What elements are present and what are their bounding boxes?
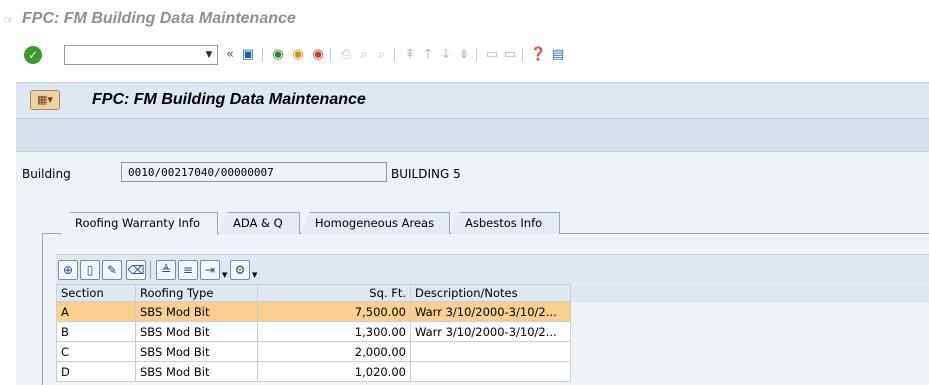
cell-notes[interactable] — [410, 341, 571, 362]
details-icon[interactable]: ⊕ — [58, 260, 78, 280]
back-icon[interactable]: ◉ — [270, 47, 286, 63]
column-header-sq-ft[interactable]: Sq. Ft. — [257, 284, 411, 302]
command-input[interactable] — [65, 46, 199, 64]
cell-section[interactable]: B — [56, 321, 136, 342]
edit-icon[interactable]: ✎ — [102, 260, 122, 280]
toolbar-divider — [522, 48, 523, 62]
table-filler — [570, 361, 929, 382]
page-title: FPC: FM Building Data Maintenance — [92, 91, 366, 108]
exit-icon[interactable]: ◉ — [290, 47, 306, 63]
cell-section[interactable]: A — [56, 301, 136, 322]
tab-label: Roofing Warranty Info — [75, 216, 201, 230]
cancel-icon[interactable]: ◉ — [310, 47, 326, 63]
tab-label: ADA & Q — [233, 216, 283, 230]
cell-sq-ft[interactable]: 1,300.00 — [257, 321, 411, 342]
chevron-down-icon[interactable]: ▼ — [222, 271, 227, 279]
print-icon[interactable]: ⎙ — [338, 47, 354, 63]
cell-notes[interactable] — [410, 361, 571, 382]
table-filler — [570, 341, 929, 362]
cell-sq-ft[interactable]: 7,500.00 — [257, 301, 411, 322]
system-toolbar: ✓ ▼ « ▣ ◉ ◉ ◉ ⎙ ⌕ ⌕ ⇞ ↑ ↓ ⇟ ▭ ▭ ❓ ▤ — [0, 40, 929, 72]
tab-homogeneous-areas[interactable]: Homogeneous Areas — [300, 212, 450, 234]
window-title: FPC: FM Building Data Maintenance — [22, 10, 296, 27]
save-icon[interactable]: ▣ — [240, 47, 256, 63]
toolbar-divider — [262, 48, 263, 62]
column-header-roofing-type[interactable]: Roofing Type — [135, 284, 258, 302]
previous-page-icon[interactable]: ↑ — [420, 47, 436, 63]
delete-icon[interactable]: ⌫ — [126, 260, 146, 280]
cell-roofing-type[interactable]: SBS Mod Bit — [135, 301, 258, 322]
cell-notes[interactable]: Warr 3/10/2000-3/10/2... — [410, 321, 571, 342]
screen-header: ▦▾ FPC: FM Building Data Maintenance — [16, 82, 929, 118]
cell-roofing-type[interactable]: SBS Mod Bit — [135, 361, 258, 382]
command-field[interactable]: ▼ — [64, 45, 218, 65]
tab-ada-q[interactable]: ADA & Q — [218, 212, 300, 234]
tab-asbestos-info[interactable]: Asbestos Info — [450, 212, 560, 234]
grid-toolbar: ⊕ ▯ ✎ ⌫ ≜ ≡ ⇥ ▼ ⚙ ▼ — [56, 254, 929, 284]
find-next-icon[interactable]: ⌕ — [374, 47, 390, 63]
cell-roofing-type[interactable]: SBS Mod Bit — [135, 341, 258, 362]
table-filler — [570, 301, 929, 322]
sort-ascending-icon[interactable]: ≜ — [156, 260, 176, 280]
table-filler — [570, 284, 929, 302]
last-page-icon[interactable]: ⇟ — [456, 47, 472, 63]
chevron-down-icon[interactable]: ▼ — [252, 271, 257, 279]
cell-section[interactable]: C — [56, 341, 136, 362]
cell-section[interactable]: D — [56, 361, 136, 382]
column-header-section[interactable]: Section — [56, 284, 136, 302]
history-back-icon[interactable]: « — [222, 47, 238, 63]
chevron-down-icon[interactable]: ▼ — [203, 48, 215, 62]
layout-icon[interactable]: ⚙ — [230, 260, 250, 280]
table-filler — [570, 321, 929, 342]
export-icon[interactable]: ⇥ — [200, 260, 220, 280]
building-field[interactable] — [121, 162, 387, 182]
new-session-icon[interactable]: ▭ — [484, 47, 500, 63]
toolbar-divider — [150, 261, 151, 279]
building-name: BUILDING 5 — [391, 167, 461, 181]
roofing-table: Section Roofing Type Sq. Ft. Description… — [56, 284, 929, 382]
tab-label: Homogeneous Areas — [315, 216, 435, 230]
new-row-icon[interactable]: ▯ — [80, 260, 100, 280]
tab-roofing-warranty-info[interactable]: Roofing Warranty Info — [60, 212, 218, 235]
title-bar: ☞ FPC: FM Building Data Maintenance — [0, 0, 929, 40]
help-icon[interactable]: ❓ — [530, 47, 546, 63]
shortcut-icon[interactable]: ▭ — [502, 47, 518, 63]
table-header-row: Section Roofing Type Sq. Ft. Description… — [56, 284, 929, 302]
cell-sq-ft[interactable]: 2,000.00 — [257, 341, 411, 362]
cell-roofing-type[interactable]: SBS Mod Bit — [135, 321, 258, 342]
toolbar-divider — [330, 48, 331, 62]
first-page-icon[interactable]: ⇞ — [402, 47, 418, 63]
exit-menu-icon[interactable]: ☞ — [2, 13, 16, 27]
building-label: Building — [22, 167, 71, 181]
menu-icon[interactable]: ▦▾ — [30, 90, 60, 110]
toolbar-divider — [476, 48, 477, 62]
tab-label: Asbestos Info — [465, 216, 543, 230]
enter-check-icon[interactable]: ✓ — [24, 46, 42, 64]
table-row[interactable]: C SBS Mod Bit 2,000.00 — [56, 341, 929, 362]
toolbar-divider — [394, 48, 395, 62]
cell-notes[interactable]: Warr 3/10/2000-3/10/2... — [410, 301, 571, 322]
find-icon[interactable]: ⌕ — [356, 47, 372, 63]
building-input[interactable] — [122, 163, 384, 181]
cell-sq-ft[interactable]: 1,020.00 — [257, 361, 411, 382]
column-header-description[interactable]: Description/Notes — [410, 284, 571, 302]
filter-icon[interactable]: ≡ — [178, 260, 198, 280]
table-row[interactable]: D SBS Mod Bit 1,020.00 — [56, 361, 929, 382]
table-row[interactable]: A SBS Mod Bit 7,500.00 Warr 3/10/2000-3/… — [56, 301, 929, 322]
layout-menu-icon[interactable]: ▤ — [550, 47, 566, 63]
table-row[interactable]: B SBS Mod Bit 1,300.00 Warr 3/10/2000-3/… — [56, 321, 929, 342]
application-toolbar — [16, 118, 929, 152]
tab-strip: Roofing Warranty Info ADA & Q Homogeneou… — [60, 212, 600, 235]
next-page-icon[interactable]: ↓ — [438, 47, 454, 63]
